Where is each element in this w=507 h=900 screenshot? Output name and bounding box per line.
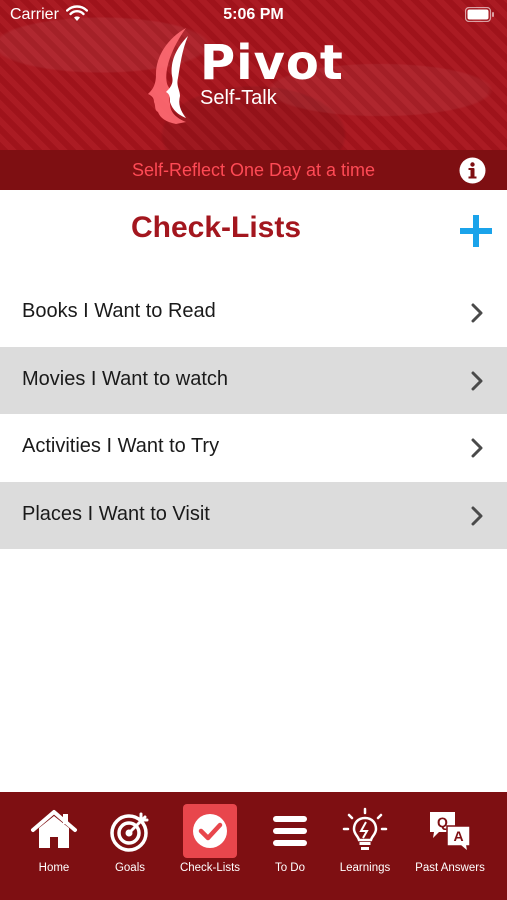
info-icon[interactable] [459, 157, 486, 184]
list-item-label: Books I Want to Read [22, 300, 216, 322]
list-item-places[interactable]: Places I Want to Visit [0, 481, 507, 549]
tab-check-lists[interactable]: Check-Lists [172, 792, 248, 900]
tab-label: Learnings [339, 862, 391, 874]
list-item-label: Activities I Want to Try [22, 435, 220, 457]
menu-lines-icon [273, 816, 307, 846]
tagline: Self-Reflect One Day at a time [131, 160, 376, 180]
tab-label: Check-Lists [179, 862, 241, 874]
pivot-logo-face-icon [148, 28, 188, 124]
tab-label: Home [38, 862, 70, 874]
list-item-movies[interactable]: Movies I Want to watch [0, 346, 507, 414]
tab-label: To Do [274, 862, 306, 874]
tab-label: Past Answers [415, 862, 485, 874]
app-logo-title: Pivot [200, 35, 344, 91]
status-time: 5:06 PM [223, 6, 284, 23]
home-icon [31, 810, 77, 848]
checkmark-icon [193, 814, 227, 848]
svg-text:A: A [453, 828, 463, 844]
chevron-right-icon [471, 438, 483, 458]
tab-to-do[interactable]: To Do [260, 792, 320, 900]
app-header: Carrier 5:06 PM Pivot Self-Talk [0, 0, 507, 150]
list-item-label: Movies I Want to watch [22, 367, 228, 390]
chevron-right-icon [471, 506, 483, 525]
page-title: Check-Lists [130, 211, 302, 244]
tab-home[interactable]: Home [24, 792, 84, 900]
qa-icon: Q A [430, 812, 471, 854]
checklist-list: Books I Want to Read Movies I Want to wa… [0, 279, 507, 549]
app-logo-subtitle: Self-Talk [200, 87, 277, 109]
list-item-activities[interactable]: Activities I Want to Try [0, 414, 507, 482]
list-item-books[interactable]: Books I Want to Read [0, 279, 507, 347]
lightbulb-icon [342, 807, 388, 850]
battery-icon [465, 7, 494, 22]
status-bar: Carrier 5:06 PM [0, 0, 507, 30]
target-icon [110, 812, 149, 852]
tab-past-answers[interactable]: Q A Past Answers [408, 792, 492, 900]
tab-goals[interactable]: Goals [100, 792, 160, 900]
chevron-right-icon [471, 371, 483, 390]
tab-learnings[interactable]: Learnings [330, 792, 400, 900]
tagline-bar: Self-Reflect One Day at a time [0, 150, 507, 190]
add-checklist-button[interactable] [458, 213, 494, 249]
list-item-label: Places I Want to Visit [22, 502, 210, 525]
tab-label: Goals [114, 862, 146, 874]
bottom-tab-bar: Home Goals Check-Lists To Do Learnings Q… [0, 792, 507, 900]
chevron-right-icon [471, 303, 483, 323]
